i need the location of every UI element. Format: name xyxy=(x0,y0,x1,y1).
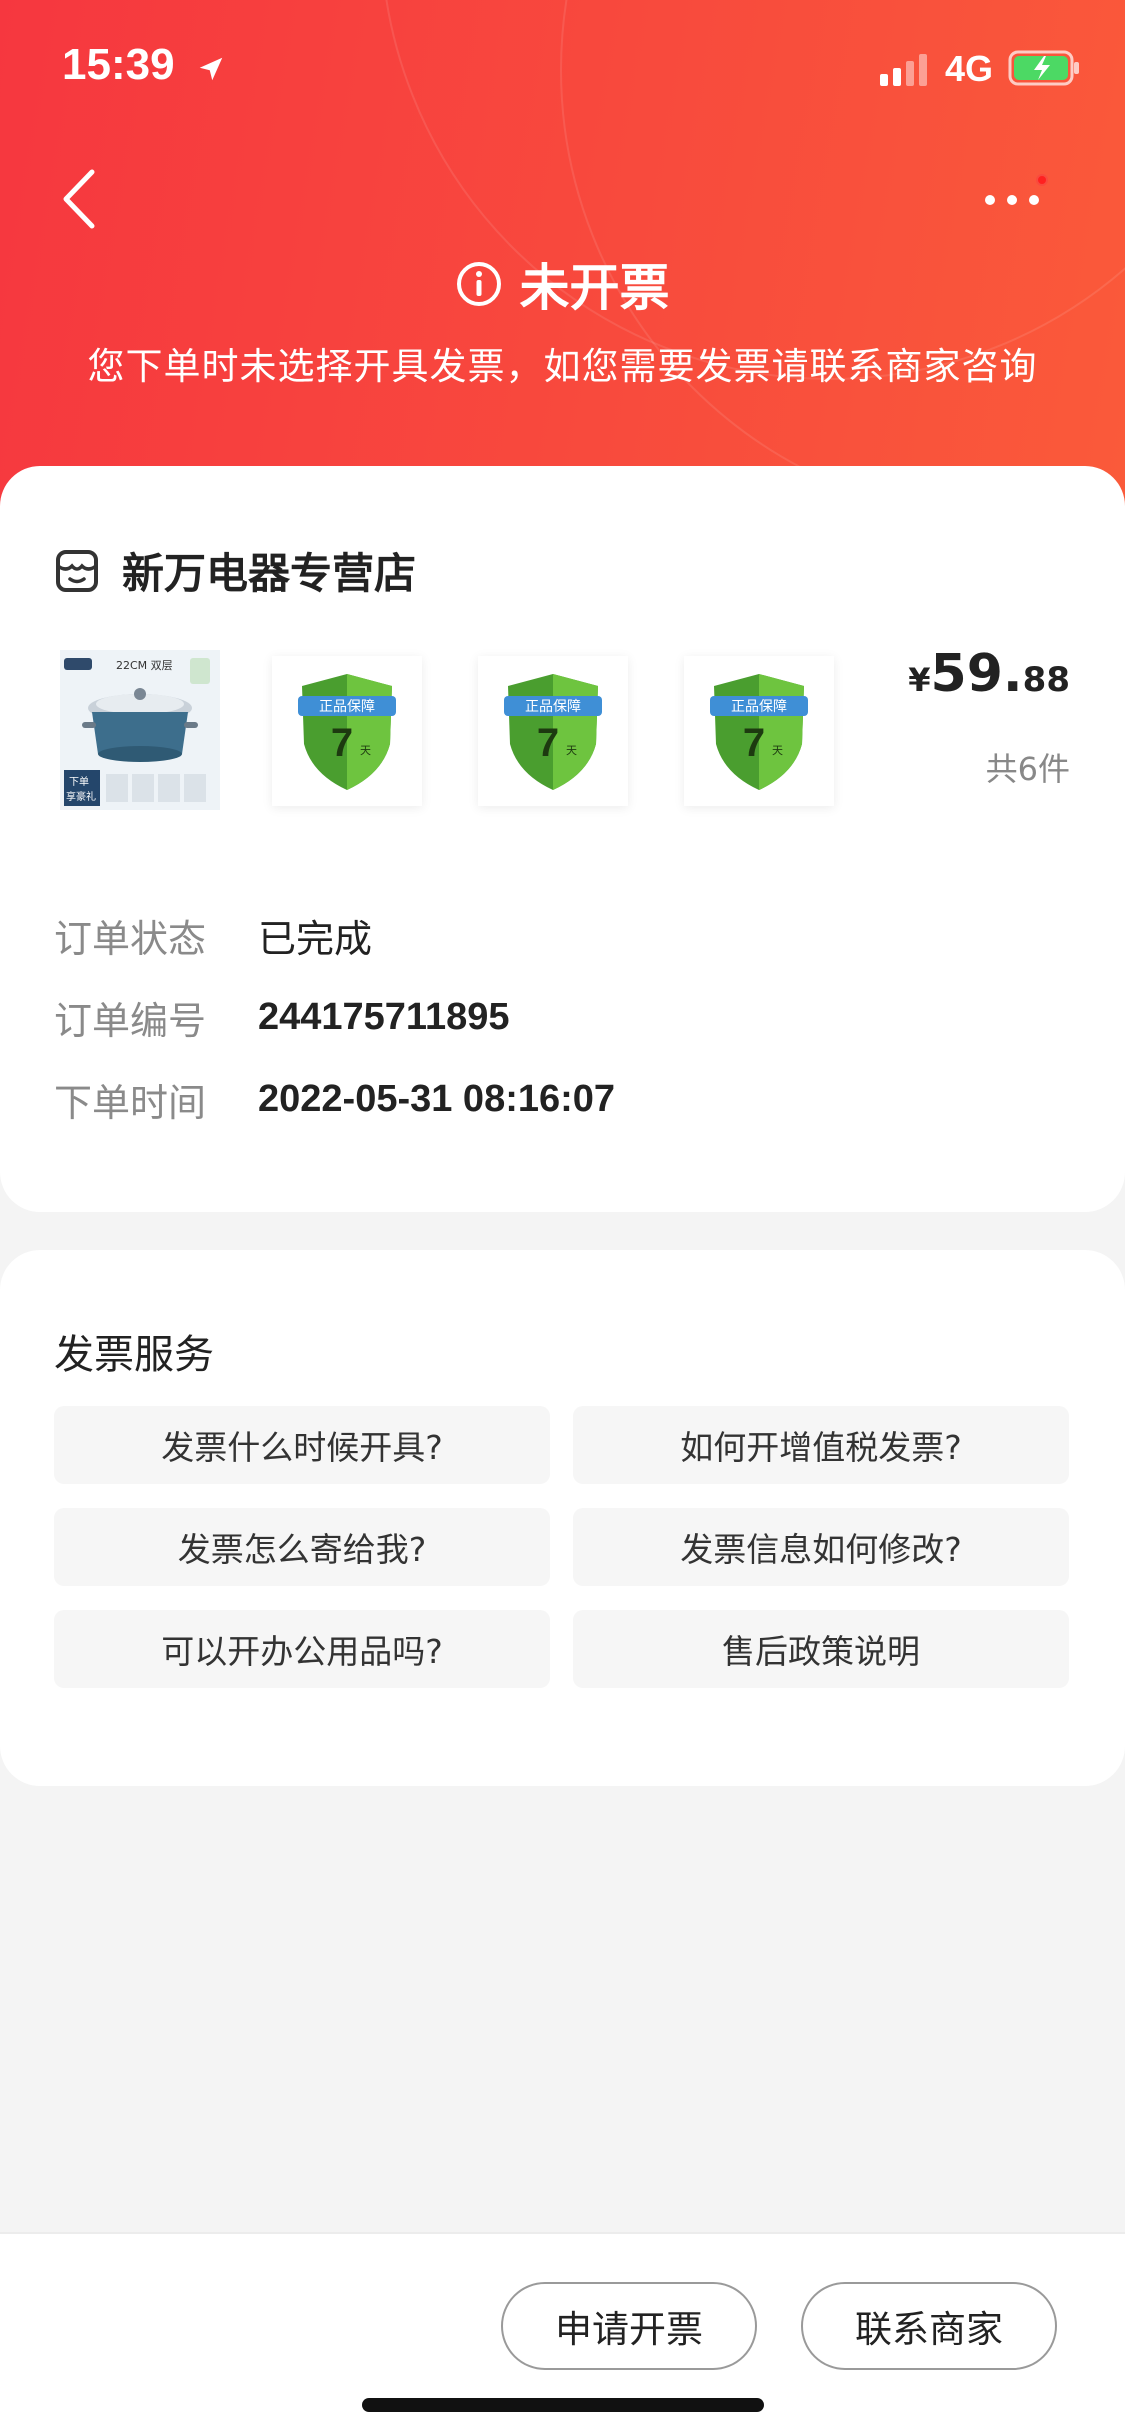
product-thumbnail[interactable]: 正品保障 7 天 xyxy=(684,656,834,806)
battery-charging-icon xyxy=(1008,50,1079,86)
product-thumbnail[interactable]: 22CM 双层 下单 享豪礼 xyxy=(60,650,220,810)
shield-unit: 天 xyxy=(566,744,577,757)
back-button[interactable] xyxy=(56,164,106,234)
product-thumbnail[interactable]: 正品保障 7 天 xyxy=(478,656,628,806)
shield-ribbon-text: 正品保障 xyxy=(731,699,787,715)
order-time-label: 下单时间 xyxy=(54,1081,207,1125)
shop-row[interactable]: 新万电器专营店 xyxy=(54,540,416,601)
price-symbol: ¥ xyxy=(908,661,931,699)
shop-name: 新万电器专营店 xyxy=(122,549,417,598)
page-title: 未开票 xyxy=(519,259,670,317)
product-badge-text: 22CM 双层 xyxy=(116,659,173,672)
info-icon xyxy=(456,262,501,306)
page-subtitle: 您下单时未选择开具发票，如您需要发票请联系商家咨询 xyxy=(87,345,1038,388)
shield-guarantee-icon: 正品保障 7 天 xyxy=(710,674,808,790)
network-label: 4G xyxy=(945,48,994,89)
shield-number: 7 xyxy=(537,721,559,765)
notification-dot xyxy=(1036,174,1048,186)
shield-number: 7 xyxy=(331,721,353,765)
status-time: 15:39 xyxy=(62,40,175,89)
page-title-row: 未开票 xyxy=(0,248,1125,320)
order-status-row: 订单状态 已完成 xyxy=(54,908,372,963)
shield-unit: 天 xyxy=(772,744,783,757)
shield-ribbon-text: 正品保障 xyxy=(525,699,581,715)
order-number-label: 订单编号 xyxy=(54,999,207,1043)
faq-modify-info-button[interactable]: 发票信息如何修改? xyxy=(573,1508,1069,1586)
order-number-row: 订单编号 244175711895 xyxy=(54,990,510,1045)
signal-icon xyxy=(880,54,927,86)
order-status-label: 订单状态 xyxy=(54,917,207,961)
faq-when-issued-button[interactable]: 发票什么时候开具? xyxy=(54,1406,550,1484)
shield-ribbon-text: 正品保障 xyxy=(319,699,375,715)
faq-how-sent-button[interactable]: 发票怎么寄给我? xyxy=(54,1508,550,1586)
faq-after-sales-policy-button[interactable]: 售后政策说明 xyxy=(573,1610,1069,1688)
shield-guarantee-icon: 正品保障 7 天 xyxy=(298,674,396,790)
contact-merchant-button[interactable]: 联系商家 xyxy=(801,2282,1057,2370)
rice-cooker-image: 22CM 双层 下单 享豪礼 xyxy=(60,650,220,810)
shield-unit: 天 xyxy=(360,744,371,757)
invoice-service-title: 发票服务 xyxy=(54,1332,214,1378)
price-integer: 59. xyxy=(930,644,1023,704)
product-caption-top: 下单 xyxy=(69,776,89,788)
shield-number: 7 xyxy=(743,721,765,765)
faq-office-supplies-button[interactable]: 可以开办公用品吗? xyxy=(54,1610,550,1688)
product-caption-bottom: 享豪礼 xyxy=(66,790,96,803)
location-arrow-icon xyxy=(199,57,223,81)
order-price: ¥59.88 xyxy=(908,644,1070,704)
home-indicator[interactable] xyxy=(362,2398,764,2412)
order-number-value[interactable]: 244175711895 xyxy=(258,996,510,1039)
item-count: 共6件 xyxy=(985,750,1070,788)
order-time-value: 2022-05-31 08:16:07 xyxy=(258,1078,616,1120)
price-decimal: 88 xyxy=(1022,660,1070,700)
order-time-row: 下单时间 2022-05-31 08:16:07 xyxy=(54,1072,615,1127)
shop-icon xyxy=(56,549,98,592)
thumbnail-fade xyxy=(860,640,900,830)
product-thumbnail[interactable]: 正品保障 7 天 xyxy=(272,656,422,806)
shield-guarantee-icon: 正品保障 7 天 xyxy=(504,674,602,790)
faq-vat-invoice-button[interactable]: 如何开增值税发票? xyxy=(573,1406,1069,1484)
order-status-value: 已完成 xyxy=(258,917,373,961)
apply-invoice-button[interactable]: 申请开票 xyxy=(501,2282,757,2370)
status-bar: 15:39 4G xyxy=(0,0,1125,140)
